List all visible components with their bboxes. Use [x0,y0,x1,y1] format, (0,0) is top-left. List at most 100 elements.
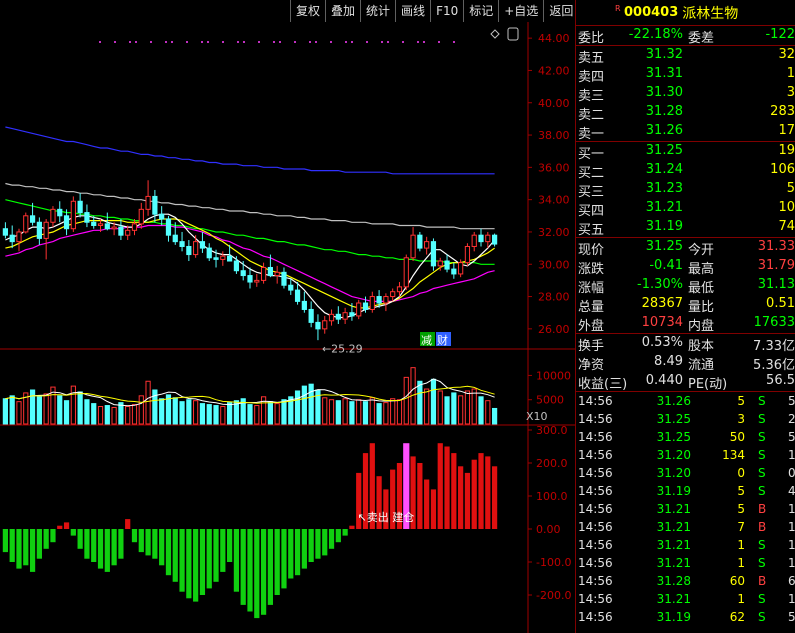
volume-bar [491,407,498,425]
tick-volume: 50 [729,430,745,444]
asks-price: 31.32 [645,47,683,62]
candle-body [458,262,464,275]
bids-row[interactable]: 买五 31.19 74 [576,218,795,238]
tick-list[interactable]: 14:56 31.26 5 S 5 14:56 31.25 3 S 2 14:56 31.25 50 S 5… [576,391,795,626]
candle-body [362,302,369,310]
indicator-bar [308,529,314,562]
tick-volume: 3 [737,412,745,426]
candle-body [403,257,409,288]
tick-price: 31.21 [656,520,691,534]
asks-row[interactable]: 卖一 31.26 17 [576,122,795,142]
asks-label: 卖四 [578,70,605,85]
volume-bar [356,399,362,425]
order-ratio-row: 委比 -22.18% 委差 -122 [576,26,795,46]
candle-body [2,228,9,236]
signal-dot [186,41,188,43]
volume-bar [267,401,273,425]
event-tag: 减 [421,334,432,347]
candle-body [91,221,97,226]
price-axis-label: 40.00 [538,97,570,110]
asks-row[interactable]: 卖五 31.32 32 [576,46,795,66]
indicator-bar [233,529,240,592]
signal-dot [237,41,239,43]
indicator-bar [36,529,42,559]
volume-bar [396,399,403,425]
kline-chart[interactable]: 44.00 42.00 40.00 38.00 36.00 34.00 32.00 30.00… [0,0,575,633]
indicator-bar [57,525,63,529]
tick-price: 31.21 [656,592,691,606]
indicator-bar [50,529,56,543]
volume-bar [417,380,423,425]
candle-body [478,234,484,243]
candle-body [464,245,471,264]
tick-price: 31.25 [656,430,691,444]
candle-body [376,296,382,304]
volume-bar [227,402,233,425]
asks-row[interactable]: 卖四 31.31 1 [576,65,795,85]
candle-body [240,270,246,277]
bids-row[interactable]: 买四 31.21 10 [576,199,795,219]
tick-price: 31.20 [656,448,691,462]
quote-value: 10734 [641,315,683,330]
tick-count: 6 [788,574,795,588]
stock-code[interactable]: 000403 [624,5,678,20]
signal-dot [330,41,332,43]
tick-side: S [758,592,766,606]
candle-body [451,268,457,275]
indicator-bar [165,529,172,576]
quote-summary: 现价 31.25 今开 31.33 涨跌 -0.41 最高 31.79 涨幅 -1.30% 最低 31… [576,237,795,334]
volume-bar [220,406,226,425]
volume-bar [424,388,430,425]
stock-name[interactable]: 派林生物 [682,3,738,23]
price-axis-label: 34.00 [538,194,570,207]
asks-row[interactable]: 卖三 31.30 3 [576,84,795,104]
volume-bar [63,400,70,425]
tick-row: 14:56 31.25 50 S 5 [576,428,795,446]
asks-price: 31.26 [645,123,683,138]
volume-bar [186,399,192,425]
tick-count: 4 [788,484,795,498]
bids-row[interactable]: 买三 31.23 5 [576,180,795,200]
indicator-bar [471,459,477,529]
bids-row[interactable]: 买二 31.24 106 [576,161,795,181]
tick-side: S [758,394,766,408]
indicator-bar [437,443,443,529]
stat-label: 收益(三) [578,377,628,392]
indicator-bar [281,529,287,589]
volume-bar [430,378,437,425]
indicator-axis-label: 300.0 [536,424,568,437]
volume-bar [36,396,42,425]
signal-dot [207,41,209,43]
indicator-bar [206,529,212,589]
volume-bar [362,401,369,425]
tick-row: 14:56 31.21 7 B 1 [576,518,795,536]
quote-panel: R 000403 派林生物 委比 -22.18% 委差 -122 卖五 31.32… [575,0,795,633]
tick-row: 14:56 31.21 5 B 1 [576,500,795,518]
volume-bar [125,406,131,425]
volume-bar [471,388,477,425]
tick-volume: 5 [737,502,745,516]
indicator-axis-label: 0.00 [536,523,561,536]
volume-bar [349,401,355,425]
indicator-bar [260,529,267,615]
signal-dot [294,41,296,43]
candle-body [369,296,375,310]
tick-volume: 1 [737,592,745,606]
indicator-bar [430,489,437,529]
volume-bar [138,395,144,425]
stat-label: 股本 [688,339,715,354]
indicator-axis-label: 200.0 [536,457,568,470]
asks-row[interactable]: 卖二 31.28 283 [576,103,795,123]
tick-row: 14:56 31.26 5 S 5 [576,392,795,410]
stock-title: R 000403 派林生物 [576,0,795,26]
tick-time: 14:56 [578,538,613,552]
volume-bar [390,398,396,425]
tick-price: 31.20 [656,466,691,480]
candle-body [84,212,90,223]
candle-body [424,241,430,249]
bids-row[interactable]: 买一 31.25 19 [576,142,795,162]
volume-bar [328,399,335,425]
tick-time: 14:56 [578,592,613,606]
signal-dot [351,41,353,43]
asks-price: 31.31 [645,66,683,81]
